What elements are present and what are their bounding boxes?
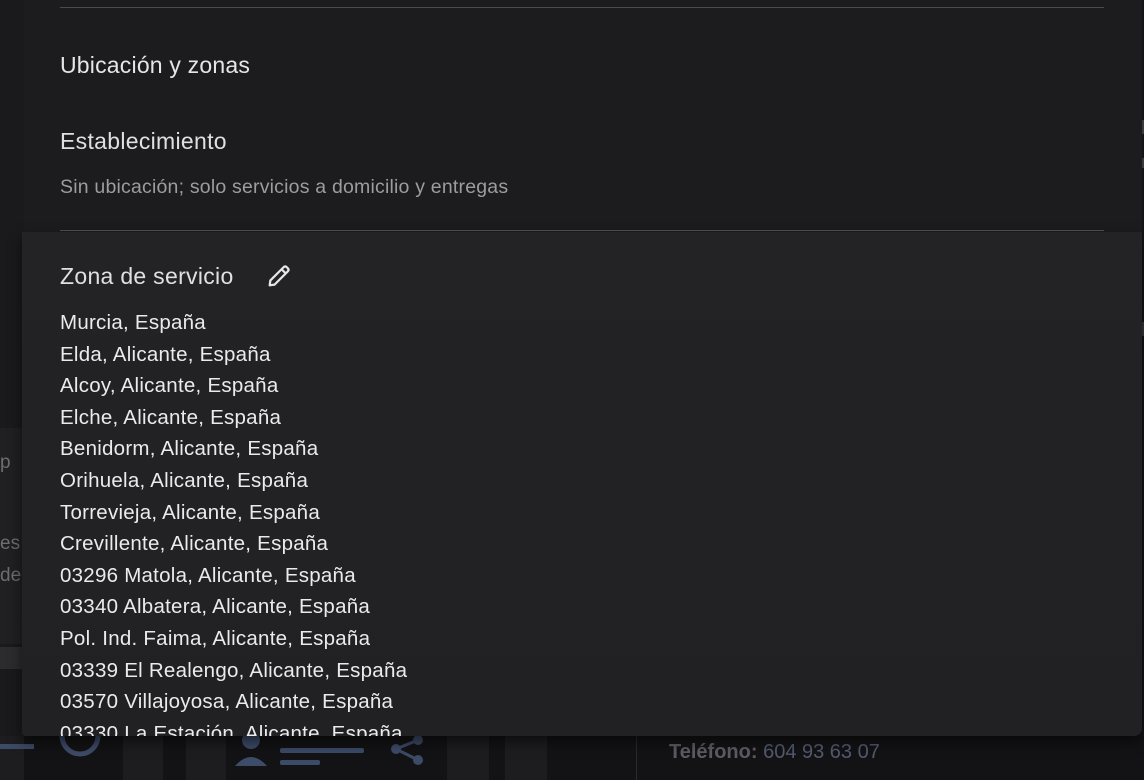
- background-input-bar: [0, 647, 24, 669]
- establishment-value: Sin ubicación; solo servicios a domicili…: [60, 176, 509, 198]
- background-list-icon: [280, 748, 364, 765]
- background-toolbar-block: [123, 736, 163, 780]
- service-area-item: Elda, Alicante, España: [60, 342, 271, 366]
- service-area-item: Alcoy, Alicante, España: [60, 374, 279, 398]
- service-area-item: Murcia, España: [60, 311, 206, 334]
- divider: [60, 230, 1104, 231]
- background-text-fragment: es: [0, 533, 21, 554]
- background-menu-icon: [0, 744, 34, 749]
- background-bottom-bar: [0, 736, 1144, 780]
- service-area-item: 03570 Villajoyosa, Alicante, España: [60, 690, 394, 714]
- background-refresh-icon: [59, 736, 101, 757]
- background-phone-value: 604 93 63 07: [763, 741, 880, 763]
- section-title: Ubicación y zonas: [60, 52, 251, 78]
- background-toolbar-block: [447, 736, 489, 780]
- service-area-item: 03339 El Realengo, Alicante, España: [60, 658, 408, 682]
- service-area-item: Crevillente, Alicante, España: [60, 532, 329, 556]
- service-area-title: Zona de servicio: [60, 263, 234, 289]
- service-area-item: 03340 Albatera, Alicante, España: [60, 595, 371, 619]
- background-toolbar-block: [505, 736, 547, 780]
- service-area-item: Elche, Alicante, España: [60, 405, 282, 429]
- service-area-item: 03330 La Estación, Alicante, España: [60, 721, 403, 736]
- establishment-title: Establecimiento: [60, 128, 227, 154]
- background-text-fragment: de: [0, 565, 22, 586]
- pencil-icon: [268, 265, 290, 287]
- background-share-icon: [391, 736, 423, 765]
- divider: [60, 7, 1104, 8]
- service-area-item: Benidorm, Alicante, España: [60, 437, 319, 461]
- screen: p es de Teléfono: 604 93 63 07 Ubicación…: [0, 0, 1144, 780]
- service-area-item: Orihuela, Alicante, España: [60, 468, 309, 492]
- service-area-item: Pol. Ind. Faima, Alicante, España: [60, 626, 371, 650]
- service-area-item: 03296 Matola, Alicante, España: [60, 563, 356, 587]
- service-area-item: Torrevieja, Alicante, España: [60, 500, 320, 524]
- edit-service-area-button[interactable]: [263, 261, 295, 291]
- background-phone: Teléfono: 604 93 63 07: [669, 741, 880, 764]
- service-area-list: Murcia, España Elda, Alicante, España Al…: [60, 311, 660, 736]
- background-phone-label: Teléfono:: [669, 741, 758, 763]
- background-text-fragment: p: [0, 452, 11, 473]
- background-divider: [636, 736, 637, 780]
- background-person-icon: [235, 736, 267, 766]
- background-toolbar-block: [186, 736, 226, 780]
